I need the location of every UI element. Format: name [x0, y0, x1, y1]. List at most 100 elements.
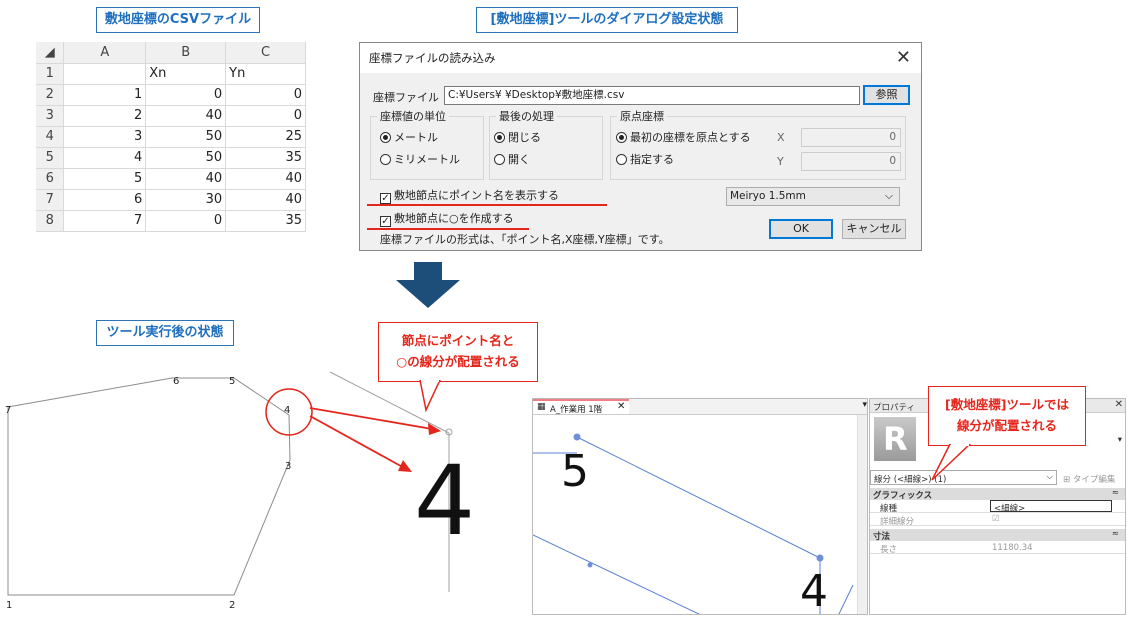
row-header[interactable]: 7 [36, 189, 65, 211]
last-close-label: 閉じる [508, 131, 541, 144]
cell[interactable] [63, 63, 147, 85]
cell[interactable]: 40 [225, 189, 306, 211]
cell[interactable]: Yn [225, 63, 306, 85]
table-row: 6 5 40 40 [36, 168, 306, 190]
right-callout-line1: [敷地座標]ツールでは [945, 397, 1069, 412]
dialog-title: 座標ファイルの読み込み [369, 51, 496, 65]
browse-button[interactable]: 参照 [863, 85, 910, 105]
edit-type-icon: ⊞ [1063, 475, 1071, 485]
cell[interactable]: 50 [145, 126, 227, 148]
tab-menu-icon[interactable]: ▾ [862, 400, 867, 410]
ok-button[interactable]: OK [769, 219, 833, 239]
row-header[interactable]: 4 [36, 126, 65, 148]
create-circles-label: 敷地節点に○を作成する [394, 212, 514, 225]
chevron-down-icon: ⌵ [885, 190, 893, 202]
chevron-down-icon[interactable]: ▾ [1118, 435, 1122, 445]
close-icon[interactable]: ✕ [896, 43, 911, 73]
cell[interactable]: 50 [145, 147, 227, 169]
last-open-label: 開く [508, 153, 530, 166]
column-header-b[interactable]: B [145, 42, 227, 64]
cell[interactable]: 40 [145, 105, 227, 127]
font-select-value: Meiryo 1.5mm [730, 190, 806, 202]
cell[interactable]: 0 [225, 84, 306, 106]
unit-group: 座標値の単位 [370, 110, 484, 180]
collapse-icon: ≈ [1111, 529, 1119, 539]
radio-icon [494, 154, 505, 165]
cell[interactable]: 7 [63, 210, 147, 232]
last-group-title: 最後の処理 [496, 110, 557, 123]
cell[interactable]: 35 [225, 147, 306, 169]
right-callout: [敷地座標]ツールでは 線分が配置される [928, 386, 1086, 446]
graphics-section-header[interactable]: グラフィックス ≈ [870, 488, 1125, 501]
view-tab[interactable]: ▦ A_作業用 1階 ✕ [533, 399, 629, 415]
table-row: 2 1 0 0 [36, 84, 306, 106]
show-point-names-checkbox[interactable]: ✓ 敷地節点にポイント名を表示する [380, 189, 559, 204]
unit-meter-radio[interactable]: メートル [380, 131, 438, 144]
callout-pointer [419, 380, 441, 412]
cell[interactable]: 4 [63, 147, 147, 169]
close-icon[interactable]: ✕ [1115, 399, 1123, 410]
cell[interactable]: 0 [145, 84, 227, 106]
row-header[interactable]: 8 [36, 210, 65, 232]
property-row: 長さ 11180.34 [870, 541, 1125, 555]
point-label-4: 4 [284, 405, 291, 416]
row-header[interactable]: 6 [36, 168, 65, 190]
dimensions-section-header[interactable]: 寸法 ≈ [870, 529, 1125, 542]
table-row: 8 7 0 35 [36, 210, 306, 232]
cell[interactable]: 0 [145, 210, 227, 232]
dialog-titlebar: 座標ファイルの読み込み ✕ [360, 43, 921, 73]
create-circles-checkbox[interactable]: ✓ 敷地節点に○を作成する [380, 212, 514, 227]
point-label-7: 7 [5, 405, 12, 416]
cell[interactable]: 30 [145, 189, 227, 211]
detail-line-checkbox[interactable]: ☑ [992, 514, 1000, 524]
revit-logo-letter: R [883, 420, 908, 458]
radio-icon [616, 154, 627, 165]
edit-type-button[interactable]: ⊞ タイプ編集 [1063, 473, 1115, 485]
unit-group-title: 座標値の単位 [377, 110, 449, 123]
origin-x-input[interactable]: 0 [801, 128, 901, 147]
cancel-button[interactable]: キャンセル [842, 219, 906, 239]
cell[interactable]: Xn [145, 63, 227, 85]
dialog-state-title: [敷地座標]ツールのダイアログ設定状態 [476, 7, 738, 33]
last-open-radio[interactable]: 開く [494, 153, 530, 166]
unit-mm-radio[interactable]: ミリメートル [380, 153, 460, 166]
view-point-label-4: 4 [800, 566, 828, 617]
row-header[interactable]: 5 [36, 147, 65, 169]
properties-title: プロパティ [873, 403, 915, 413]
cell[interactable]: 5 [63, 168, 147, 190]
column-header-a[interactable]: A [63, 42, 147, 64]
cell[interactable]: 3 [63, 126, 147, 148]
cell[interactable]: 1 [63, 84, 147, 106]
origin-specify-radio[interactable]: 指定する [616, 153, 674, 166]
last-close-radio[interactable]: 閉じる [494, 131, 541, 144]
origin-first-label: 最初の座標を原点とする [630, 131, 751, 144]
line-style-field[interactable]: <細線> [990, 500, 1112, 514]
cell[interactable]: 0 [225, 105, 306, 127]
close-icon[interactable]: ✕ [617, 401, 625, 412]
y-label: Y [777, 155, 784, 168]
cell[interactable]: 40 [225, 168, 306, 190]
down-arrow-icon [396, 262, 460, 308]
cell[interactable]: 25 [225, 126, 306, 148]
sheet-corner[interactable]: ◢ [36, 42, 65, 64]
font-select[interactable]: Meiryo 1.5mm ⌵ [726, 187, 900, 206]
cell[interactable]: 2 [63, 105, 147, 127]
row-header[interactable]: 2 [36, 84, 65, 106]
right-callout-line2: 線分が配置される [956, 418, 1057, 433]
column-header-c[interactable]: C [225, 42, 306, 64]
cell[interactable]: 35 [225, 210, 306, 232]
row-header[interactable]: 1 [36, 63, 65, 85]
unit-mm-label: ミリメートル [394, 153, 460, 166]
origin-y-input[interactable]: 0 [801, 152, 901, 171]
vertical-scrollbar[interactable] [857, 415, 867, 614]
row-header[interactable]: 3 [36, 105, 65, 127]
revit-logo: R [874, 417, 916, 461]
cell[interactable]: 40 [145, 168, 227, 190]
import-coordinates-dialog: 座標ファイルの読み込み ✕ 座標ファイル C:¥Users¥ ¥Desktop¥… [359, 42, 922, 251]
point-label-3: 3 [285, 461, 292, 472]
origin-first-radio[interactable]: 最初の座標を原点とする [616, 131, 751, 144]
table-row: 7 6 30 40 [36, 189, 306, 211]
cell[interactable]: 6 [63, 189, 147, 211]
file-path-input[interactable]: C:¥Users¥ ¥Desktop¥敷地座標.csv [444, 86, 860, 105]
radio-selected-icon [380, 132, 391, 143]
